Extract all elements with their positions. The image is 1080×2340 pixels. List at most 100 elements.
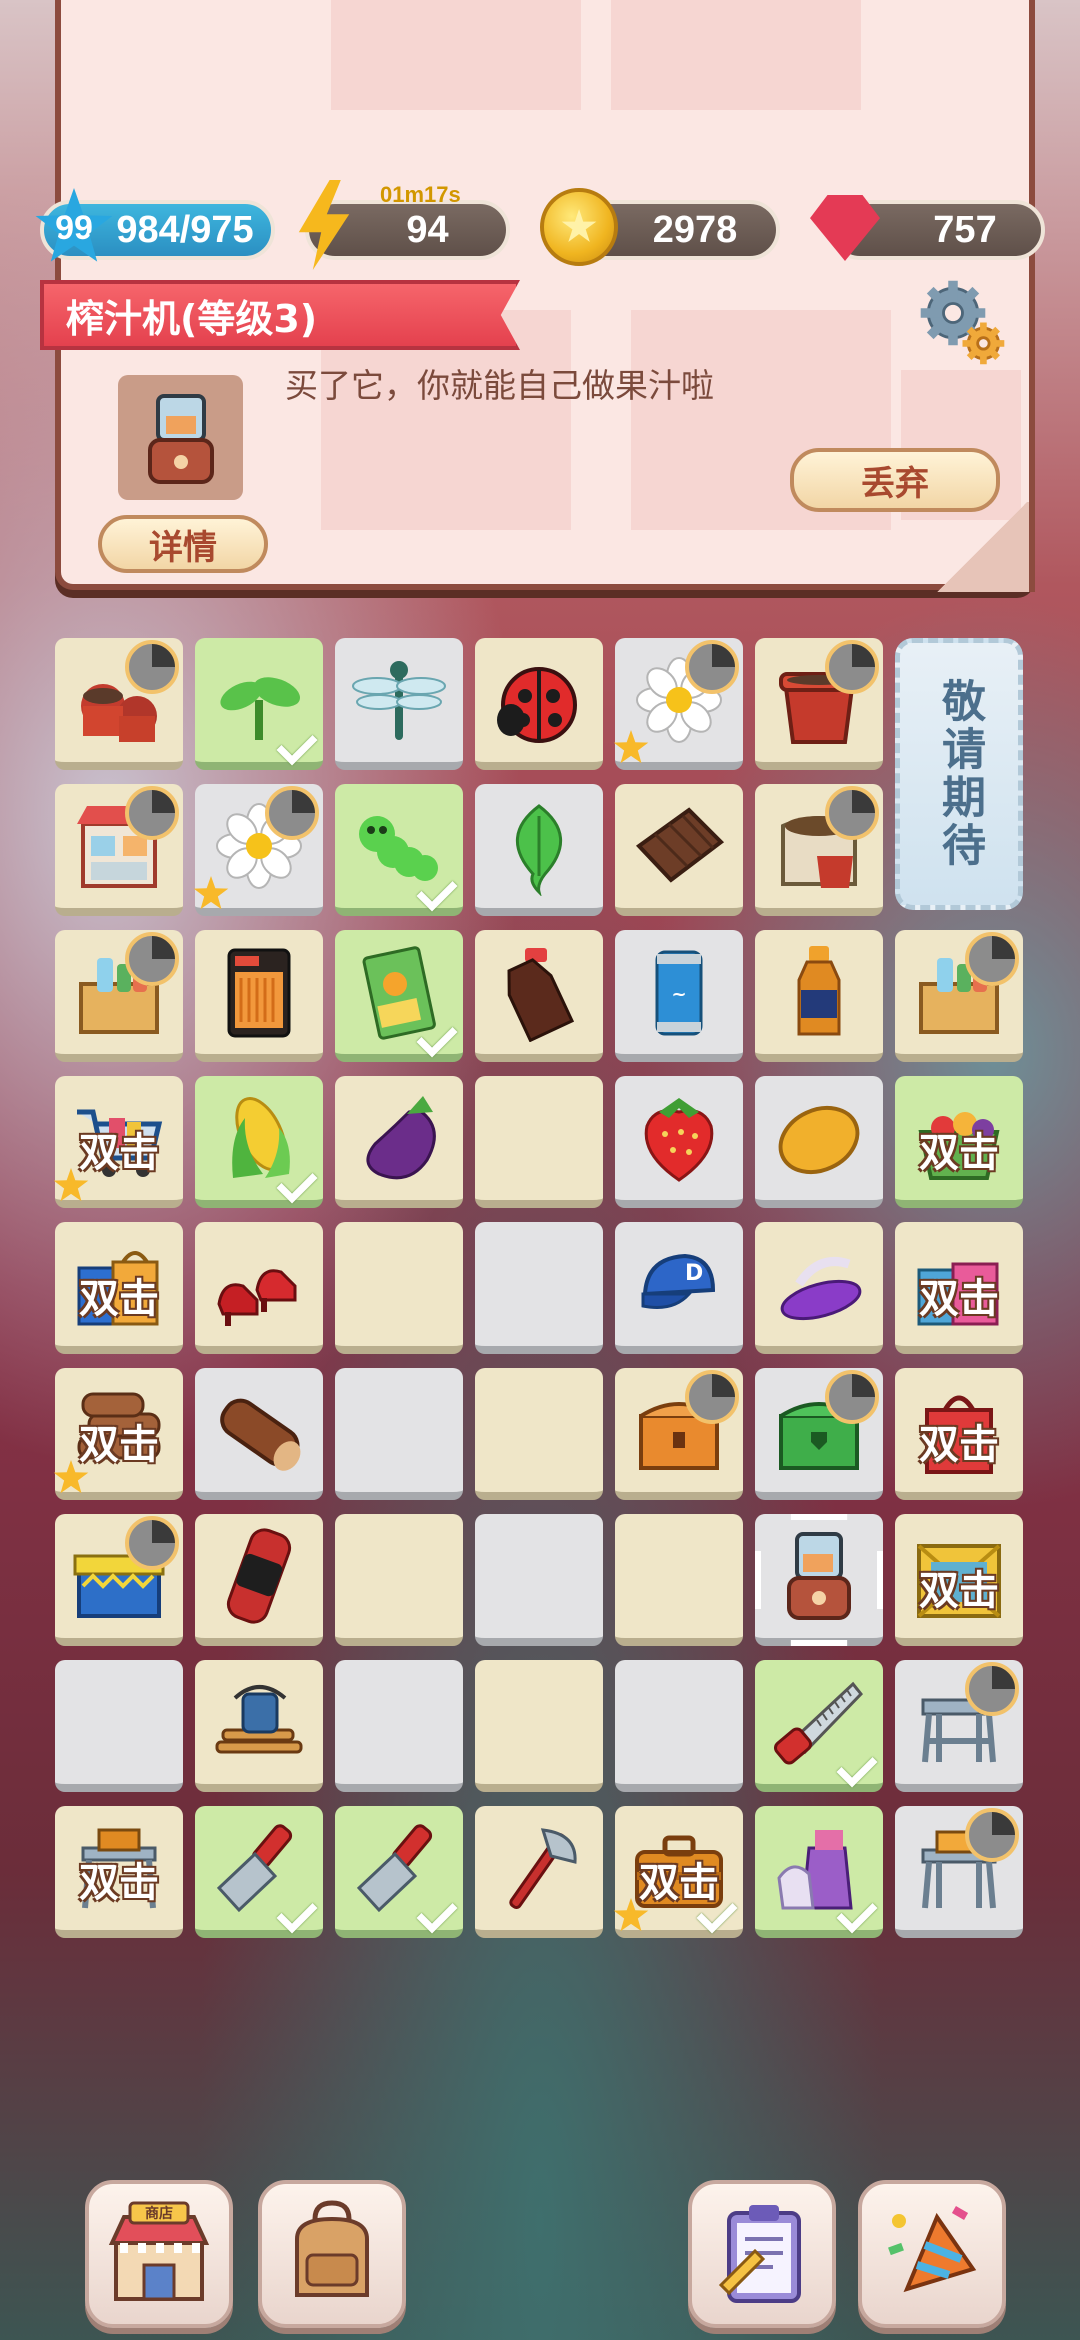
double-click-label: 双击 [919,1568,999,1614]
board-cell-empty[interactable] [335,1368,463,1500]
item-title-ribbon: 榨汁机(等级3) [40,280,520,350]
board-cell[interactable] [895,1660,1023,1792]
board-cell-empty[interactable] [475,1222,603,1354]
juicer-icon [147,393,214,484]
cola-bottle-icon [489,942,589,1042]
cooldown-timer-icon [965,1808,1019,1862]
board-cell[interactable] [195,1514,323,1646]
board-cell[interactable] [475,930,603,1062]
svg-text:D: D [685,1261,703,1286]
board-cell-empty[interactable] [475,1076,603,1208]
board-cell-empty[interactable] [615,1514,743,1646]
board-cell-empty[interactable] [55,1660,183,1792]
board-cell[interactable] [55,784,183,916]
item-preview [118,375,243,500]
board-cell[interactable] [55,1514,183,1646]
board-cell[interactable]: 双击 [895,1076,1023,1208]
board-cell[interactable] [475,638,603,770]
board-cell[interactable] [193,784,323,916]
detail-button[interactable]: 详情 [98,515,268,573]
board-cell[interactable] [475,1806,603,1938]
board-cell[interactable] [615,784,743,916]
board-cell[interactable] [755,784,883,916]
page-curl [935,502,1035,592]
discard-button[interactable]: 丢弃 [790,448,1000,512]
double-click-label: 双击 [919,1130,999,1176]
tasks-button[interactable] [688,2180,836,2328]
board-cell[interactable] [195,1076,323,1208]
board-cell[interactable] [755,1368,883,1500]
double-click-label: 双击 [919,1276,999,1322]
board-cell[interactable] [195,1368,323,1500]
board-cell[interactable] [195,1222,323,1354]
party-button[interactable] [858,2180,1006,2328]
backpack-button[interactable] [258,2180,406,2328]
board-cell-empty[interactable] [475,1660,603,1792]
double-click-label: 双击 [79,1860,159,1906]
board-cell[interactable] [755,930,883,1062]
blue-cap-icon: D [629,1234,729,1334]
board-cell[interactable] [335,1806,463,1938]
board-cell-empty[interactable] [475,1514,603,1646]
board-cell[interactable] [895,930,1023,1062]
board-cell[interactable]: 双击 [613,1806,743,1938]
board-cell[interactable] [195,1660,323,1792]
board-cell[interactable]: 双击 [55,1222,183,1354]
board-cell[interactable] [755,1076,883,1208]
board-cell[interactable] [755,638,883,770]
cooldown-timer-icon [265,786,319,840]
board-cell-empty[interactable] [335,1660,463,1792]
board-cell[interactable] [895,1806,1023,1938]
mango-icon [769,1088,869,1188]
board-cell[interactable] [55,930,183,1062]
board-cell[interactable]: 双击 [55,1806,183,1938]
log-icon [209,1380,309,1480]
item-description: 买了它，你就能自己做果汁啦 [285,366,714,405]
energy-timer: 01m17s [380,182,461,207]
board-cell[interactable] [335,784,463,916]
red-watch-icon [209,1526,309,1626]
xp-value: 984/975 [116,208,254,251]
board-cell-empty[interactable] [475,1368,603,1500]
cooldown-timer-icon [125,640,179,694]
purple-sandals-icon [769,1234,869,1334]
cooldown-timer-icon [825,1370,879,1424]
coins-value: 2978 [652,208,738,251]
double-click-label: 双击 [79,1130,159,1176]
board-cell[interactable]: D [615,1222,743,1354]
board-cell[interactable] [755,1660,883,1792]
board-cell[interactable] [335,638,463,770]
board-cell[interactable] [475,784,603,916]
board-cell[interactable] [55,638,183,770]
snack-bag-orange-icon [209,942,309,1042]
shop-button[interactable]: 商店 [85,2180,233,2328]
board-cell[interactable]: 双击 [895,1222,1023,1354]
item-title: 榨汁机(等级3) [66,296,318,341]
board-cell[interactable] [755,1222,883,1354]
cooldown-timer-icon [825,640,879,694]
board-cell-empty[interactable] [335,1222,463,1354]
board-cell[interactable]: 双击 [895,1368,1023,1500]
board-cell[interactable] [613,638,743,770]
board-cell[interactable] [335,1076,463,1208]
board-cell-empty[interactable] [335,1514,463,1646]
settings-gear-icon[interactable] [915,275,1010,370]
board-cell[interactable] [615,1076,743,1208]
board-cell[interactable] [195,1806,323,1938]
board-cell[interactable]: 双击 [895,1514,1023,1646]
board-cell[interactable] [755,1806,883,1938]
board-cell[interactable] [195,930,323,1062]
party-icon [888,2206,977,2293]
coming-soon-slot: 敬请期待 [895,638,1023,910]
board-cell[interactable] [615,1368,743,1500]
board-cell-empty[interactable] [615,1660,743,1792]
cooldown-timer-icon [125,932,179,986]
board-cell[interactable] [335,930,463,1062]
board-cell[interactable]: 双击 [53,1368,183,1500]
board-cell[interactable]: 双击 [53,1076,183,1208]
board-cell[interactable] [195,638,323,770]
firewood-kettle-icon [209,1672,309,1772]
cooldown-timer-icon [125,1516,179,1570]
board-cell[interactable] [755,1514,883,1646]
board-cell[interactable]: ~ [615,930,743,1062]
